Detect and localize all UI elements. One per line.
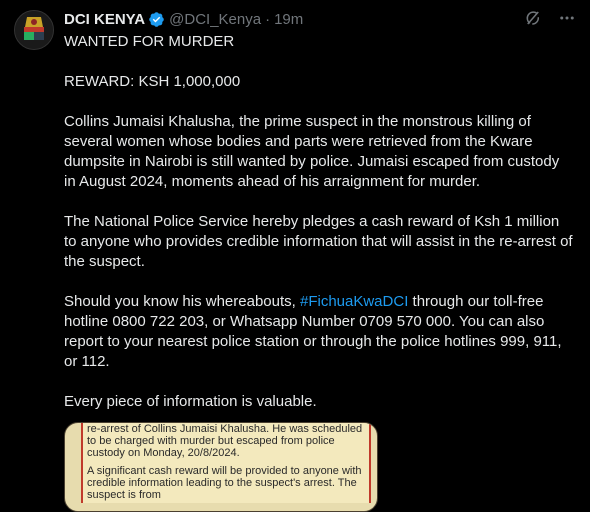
tweet-media-image[interactable]: re-arrest of Collins Jumaisi Khalusha. H… — [64, 422, 378, 512]
poster-paragraph: re-arrest of Collins Jumaisi Khalusha. H… — [87, 423, 363, 459]
tweet-paragraph: Every piece of information is valuable. — [64, 393, 317, 410]
tweet-paragraph: Should you know his whereabouts, #Fichua… — [64, 292, 574, 372]
grok-icon[interactable] — [524, 9, 542, 27]
tweet-header: DCI KENYA @DCI_Kenya · 19m — [64, 9, 303, 29]
hashtag-link[interactable]: #FichuaKwaDCI — [300, 293, 408, 310]
tweet-paragraph: WANTED FOR MURDER — [64, 33, 235, 50]
tweet-actions-top — [524, 9, 576, 27]
poster-paragraph: A significant cash reward will be provid… — [87, 465, 362, 501]
poster-text: re-arrest of Collins Jumaisi Khalusha. H… — [81, 423, 371, 503]
separator-dot: · — [265, 10, 271, 28]
tweet-paragraph: The National Police Service hereby pledg… — [64, 213, 577, 270]
timestamp[interactable]: 19m — [274, 11, 303, 28]
author-handle[interactable]: @DCI_Kenya — [169, 11, 261, 28]
author-name[interactable]: DCI KENYA — [64, 11, 145, 28]
more-options-icon[interactable] — [558, 9, 576, 27]
verified-badge-icon — [148, 11, 165, 28]
tweet-body: WANTED FOR MURDER REWARD: KSH 1,000,000 … — [64, 32, 574, 412]
avatar[interactable] — [14, 10, 54, 50]
tweet: DCI KENYA @DCI_Kenya · 19m WANTED FOR MU… — [0, 0, 590, 512]
paragraph-text: Should you know his whereabouts, — [64, 293, 300, 310]
tweet-paragraph: Collins Jumaisi Khalusha, the prime susp… — [64, 113, 564, 190]
tweet-paragraph: REWARD: KSH 1,000,000 — [64, 73, 241, 90]
